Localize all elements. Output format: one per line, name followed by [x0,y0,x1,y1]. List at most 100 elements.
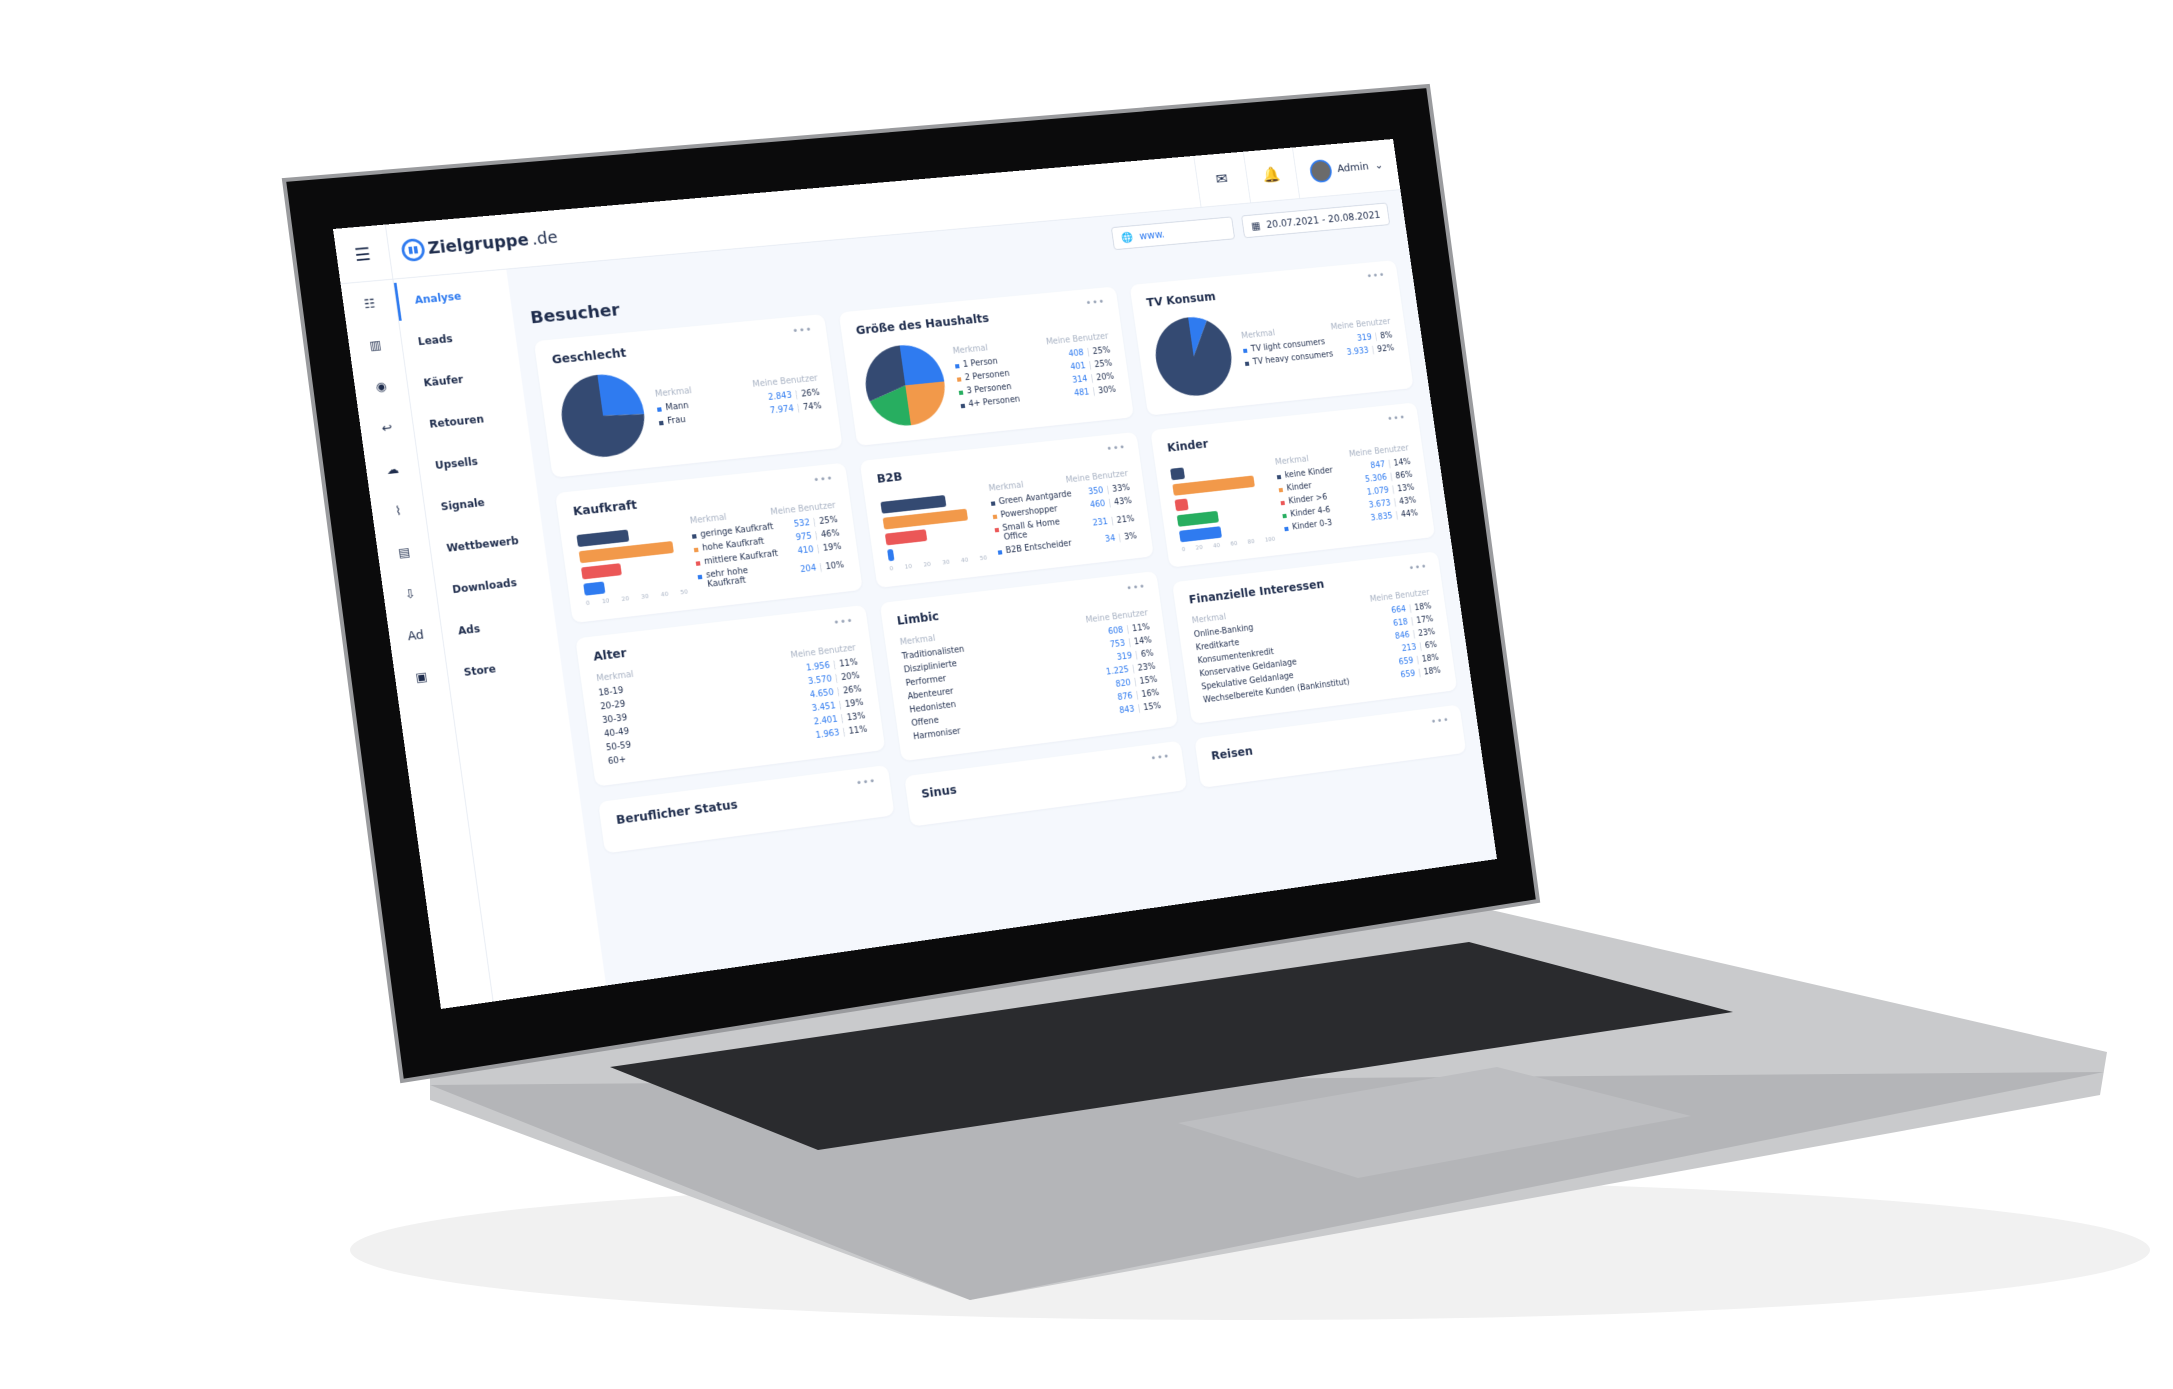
column-users: Meine Benutzer [770,501,837,518]
cloud-icon[interactable]: ☁ [364,448,421,491]
percent: 86% [1394,469,1413,481]
tick-label: 40 [660,590,669,598]
more-options-icon[interactable]: ••• [1085,296,1106,309]
calendar-icon: ▦ [1250,219,1261,232]
user-menu[interactable]: Admin ⌄ [1291,139,1401,199]
bar [880,494,947,514]
more-options-icon[interactable]: ••• [1387,412,1407,425]
count: 3.451 [811,701,837,714]
data-table: Merkmal Meine Benutzer geringe Kaufkraft 53… [689,501,845,595]
user-circle-icon[interactable]: ◉ [353,366,410,409]
more-options-icon[interactable]: ••• [833,615,855,629]
more-options-icon[interactable]: ••• [1366,269,1386,282]
dashboard-screen: ☰ ▮▮ Zielgruppe .de ✉ 🔔 Admin ⌄ ☷ ▥ ◉ ↩ ☁ ⌇ ▤ ⇩ A… [333,139,1498,1009]
row-value: 213 | 6% [1401,640,1437,653]
percent: 11% [1131,622,1151,634]
download-icon[interactable]: ⇩ [381,573,438,617]
label-text: 30-39 [601,713,628,726]
logo[interactable]: ▮▮ Zielgruppe .de [388,226,559,263]
pie-chart [860,341,950,430]
row-value: 319 | 6% [1116,649,1154,663]
menu-icon[interactable]: ☰ [333,224,394,284]
count: 314 [1071,374,1089,385]
sidebar-item-retouren[interactable]: Retouren [411,396,529,445]
percent: 23% [1137,661,1157,674]
mail-icon[interactable]: ✉ [1193,151,1250,208]
ads-icon[interactable]: Ad [387,614,444,658]
row-value: 847 | 14% [1370,457,1411,470]
card-body: Merkmal Meine Benutzer TV light consumers 3… [1149,296,1398,401]
card-größe-des-haushalts: ••• Größe des Haushalts Merkmal Meine Benut… [838,286,1135,447]
signal-icon[interactable]: ⌇ [370,490,427,533]
separator: | [834,673,839,684]
row-label: Hedonisten [909,700,957,715]
row-value: 231 | 21% [1092,514,1135,528]
separator: | [840,714,845,724]
legend-swatch [956,376,962,382]
count: 319 [1116,651,1133,663]
separator: | [1417,668,1422,678]
sidebar-item-leads[interactable]: Leads [400,314,518,362]
more-options-icon[interactable]: ••• [1150,750,1171,764]
percent: 15% [1142,701,1162,713]
separator: | [1105,485,1110,495]
column-merkmal: Merkmal [1191,612,1227,626]
column-users: Meine Benutzer [1369,588,1431,605]
count: 7.974 [769,403,795,416]
count: 659 [1400,669,1416,680]
row-value: 618 | 17% [1393,615,1434,629]
legend-swatch [693,547,699,553]
card-geschlecht: ••• Geschlecht Merkmal Meine Benutzer Mann 2.… [533,313,843,478]
bell-icon[interactable]: 🔔 [1242,147,1300,203]
return-icon[interactable]: ↩ [358,407,415,450]
legend-swatch [1284,526,1289,531]
tick-label: 60 [1229,540,1238,548]
separator: | [818,562,823,573]
count: 408 [1067,347,1085,359]
legend-swatch [960,403,965,408]
tick-label: 30 [640,592,650,601]
row-label: Offene [911,716,940,729]
percent: 44% [1400,508,1419,520]
row-label: keine Kinder [1277,466,1333,481]
count: 975 [795,531,813,543]
card-kinder: ••• Kinder 0 20 40 60 80 100 Merkmal Meine Benutz… [1150,402,1436,568]
sidebar-item-käufer[interactable]: Käufer [405,355,523,404]
row-value: 319 | 8% [1356,331,1392,343]
row-value: 408 | 25% [1068,345,1111,358]
more-options-icon[interactable]: ••• [1408,561,1428,574]
list-icon[interactable]: ☷ [341,283,398,326]
legend-swatch [1277,474,1282,479]
row-label: Kreditkarte [1195,638,1240,652]
clipboard-icon[interactable]: ▤ [376,531,433,575]
more-options-icon[interactable]: ••• [1430,714,1450,728]
percent: 30% [1097,384,1117,396]
row-label: Kinder [1278,481,1312,494]
count: 618 [1392,617,1409,629]
row-label: Kinder >6 [1280,492,1328,506]
row-value: 7.974 | 74% [769,401,822,415]
sidebar-item-store[interactable]: Store [446,642,564,693]
more-options-icon[interactable]: ••• [813,472,835,486]
bar-chart-icon[interactable]: ▥ [347,324,404,367]
column-merkmal: Merkmal [595,669,635,684]
label-text: Powershopper [1000,504,1059,520]
sidebar-item-analyse[interactable]: Analyse [393,272,513,321]
legend-swatch [997,550,1003,555]
percent: 13% [846,711,866,723]
percent: 19% [822,542,843,554]
more-options-icon[interactable]: ••• [1126,581,1147,595]
more-options-icon[interactable]: ••• [1106,441,1127,455]
label-text: 3 Personen [966,381,1013,396]
store-icon[interactable]: ▣ [393,655,450,699]
count: 876 [1116,691,1134,703]
legend-swatch [958,390,964,395]
count: 2.401 [813,714,839,728]
separator: | [1110,516,1115,526]
separator: | [1393,497,1397,507]
count: 659 [1398,656,1415,668]
more-options-icon[interactable]: ••• [792,324,814,338]
card-title: Reisen [1210,744,1254,764]
percent: 92% [1376,343,1395,354]
card-body: 0 10 20 30 40 50 Merkmal Meine Benutzer geringe … [576,501,846,608]
